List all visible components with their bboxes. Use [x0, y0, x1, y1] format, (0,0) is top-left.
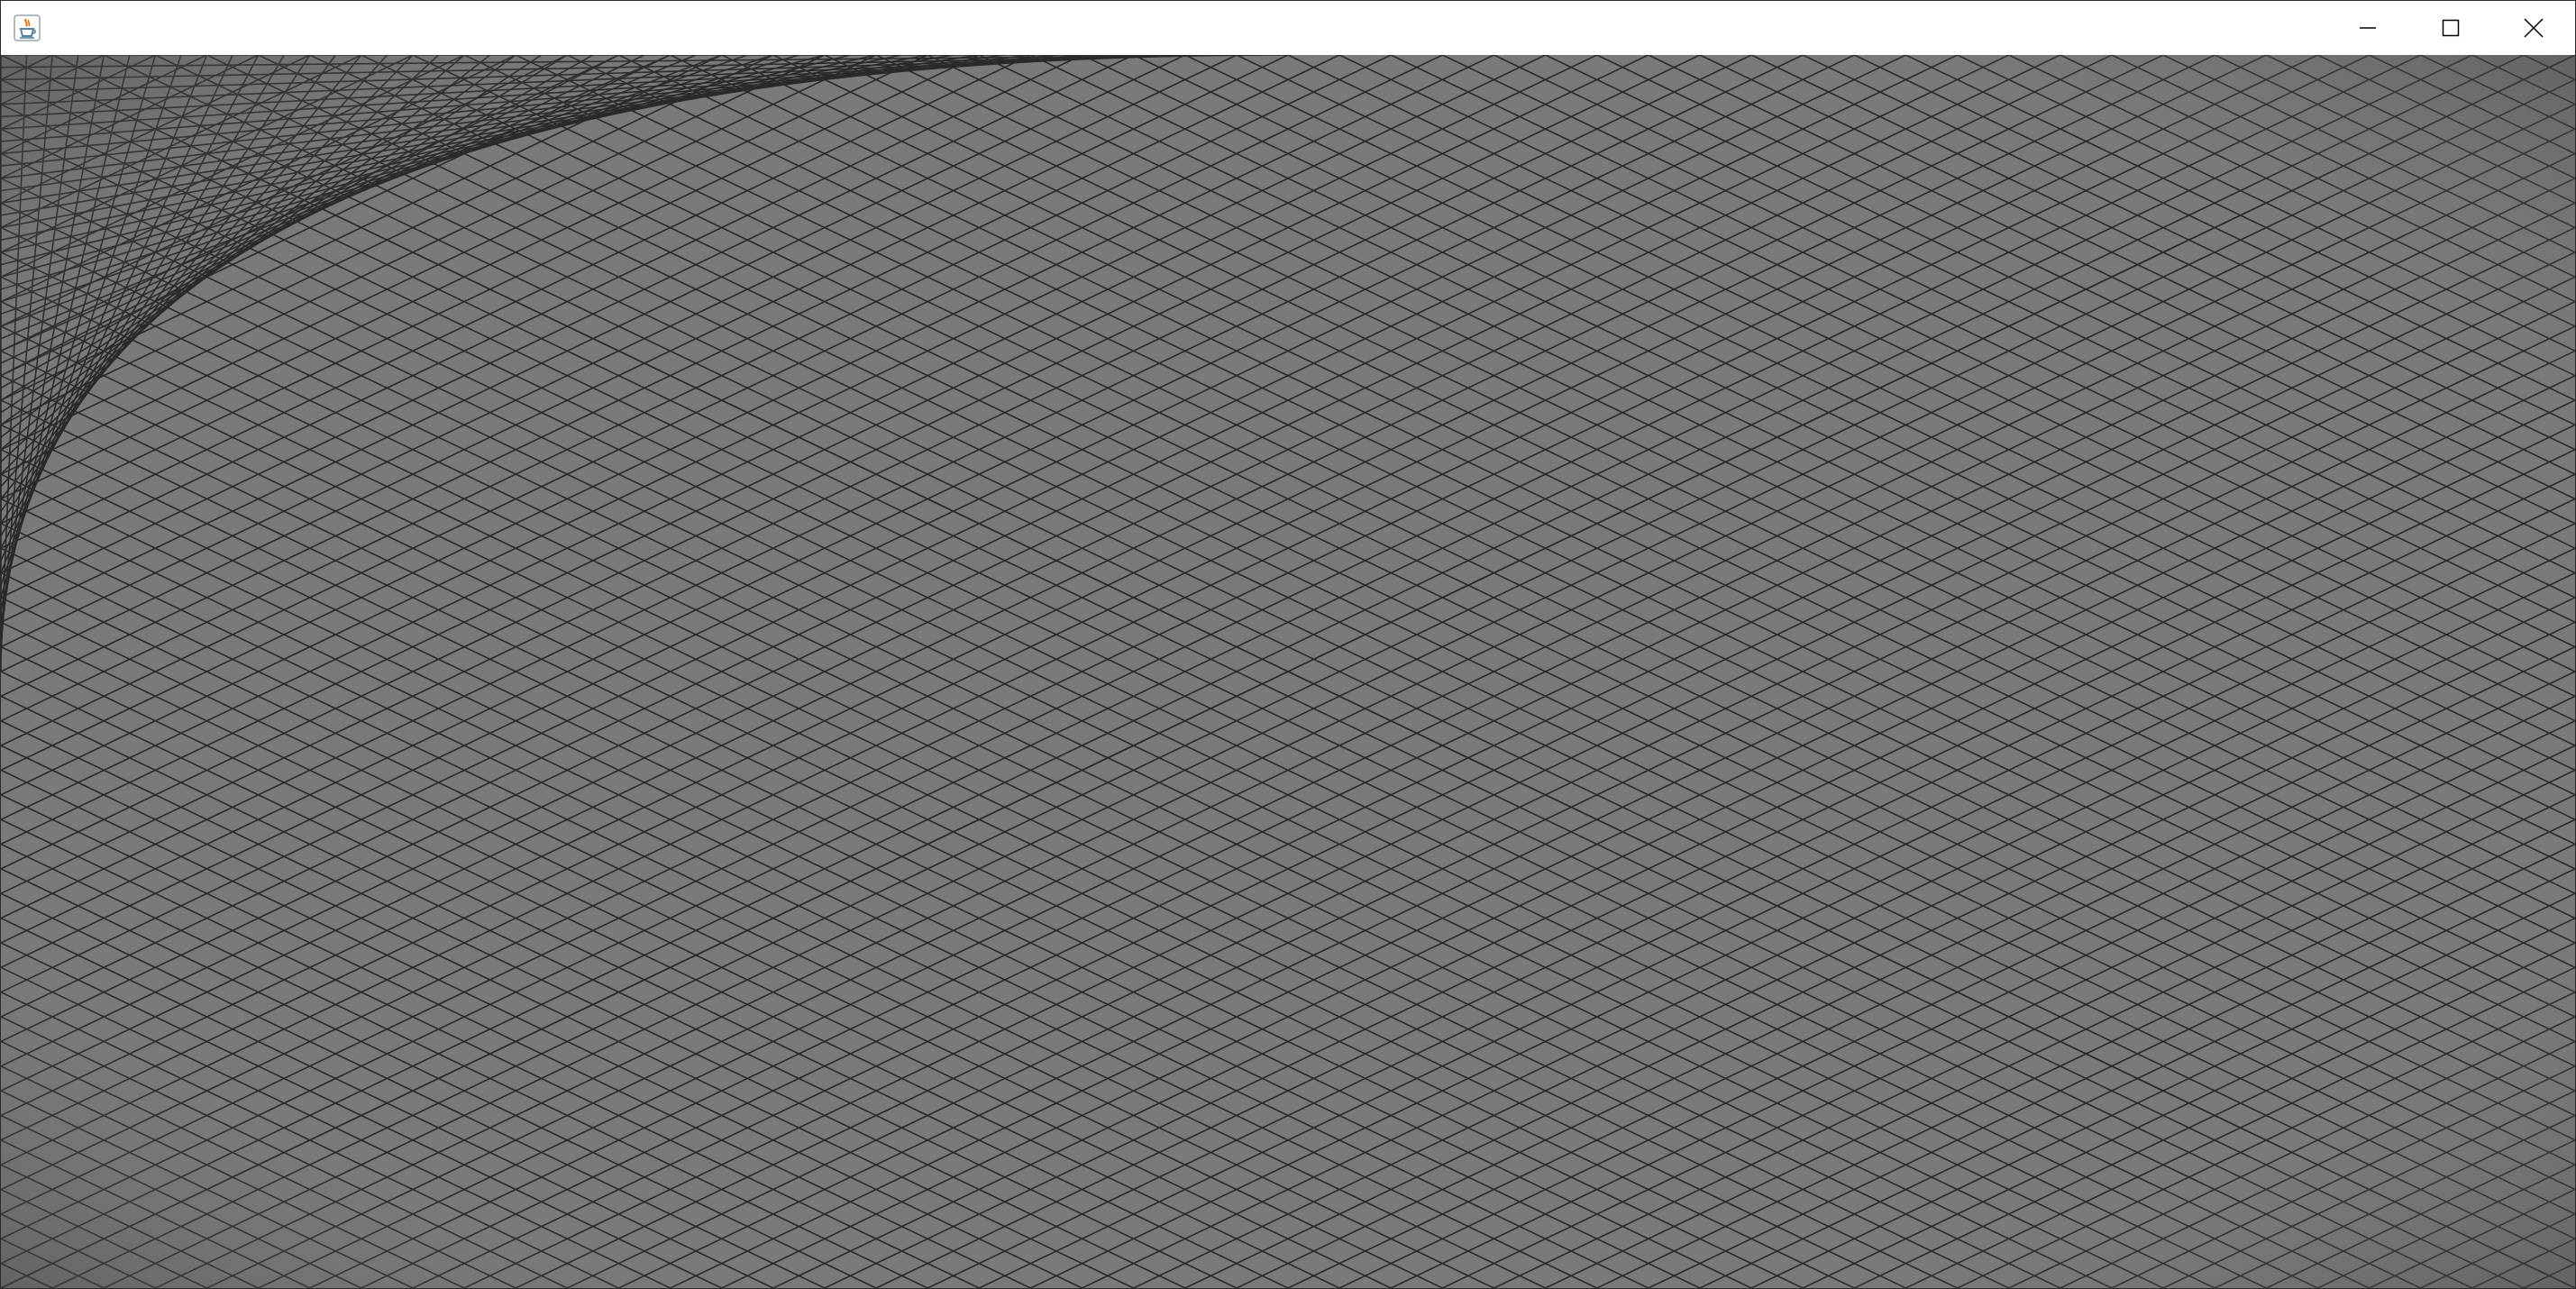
string-art-mesh: [1, 55, 2575, 1288]
maximize-button[interactable]: [2409, 1, 2492, 55]
drawing-canvas[interactable]: [1, 55, 2575, 1288]
title-bar[interactable]: [1, 1, 2575, 55]
maximize-icon: [2442, 19, 2460, 37]
java-app-icon[interactable]: [12, 13, 42, 43]
minimize-button[interactable]: [2326, 1, 2409, 55]
minimize-icon: [2360, 27, 2376, 29]
close-icon: [2524, 18, 2544, 38]
close-button[interactable]: [2492, 1, 2575, 55]
application-window: [0, 0, 2576, 1289]
window-controls: [2326, 1, 2575, 55]
edge-shading: [1, 55, 2575, 1288]
